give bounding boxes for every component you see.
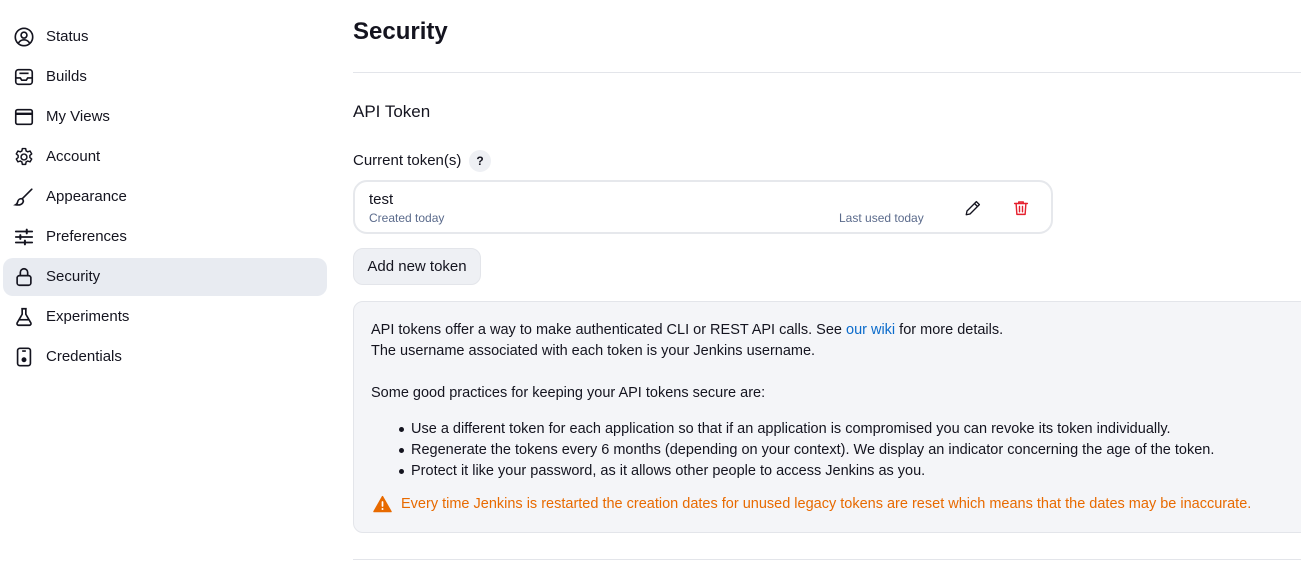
sidebar-item-status[interactable]: Status (3, 18, 327, 56)
sidebar-item-account[interactable]: Account (3, 138, 327, 176)
info-line-1: API tokens offer a way to make authentic… (371, 322, 1003, 338)
info-box: API tokens offer a way to make authentic… (353, 301, 1301, 533)
warning-message: Every time Jenkins is restarted the crea… (373, 495, 1251, 513)
sidebar-item-appearance[interactable]: Appearance (3, 178, 327, 216)
wiki-link[interactable]: our wiki (846, 322, 895, 338)
lock-icon (16, 267, 32, 287)
sidebar-item-experiments[interactable]: Experiments (3, 298, 327, 336)
list-item: Protect it like your password, as it all… (371, 461, 1214, 482)
sidebar-item-label: Experiments (46, 308, 130, 325)
sidebar-item-label: Security (46, 268, 101, 285)
sidebar-item-label: Status (46, 28, 89, 45)
section-title-api-token: API Token (353, 102, 431, 121)
sidebar-item-preferences[interactable]: Preferences (3, 218, 327, 256)
delete-token-button[interactable] (1009, 196, 1033, 220)
sidebar-item-label: My Views (46, 108, 110, 125)
sidebar-item-label: Builds (46, 68, 87, 85)
info-line-2: The username associated with each token … (371, 343, 816, 359)
warning-triangle-icon (373, 495, 392, 513)
user-circle-icon (14, 27, 34, 47)
flask-icon (16, 307, 32, 327)
paintbrush-icon (13, 188, 33, 206)
practices-intro: Some good practices for keeping your API… (371, 385, 766, 401)
page-title: Security (353, 18, 448, 45)
sidebar-item-label: Appearance (46, 188, 127, 205)
token-name: test (369, 191, 394, 208)
pencil-icon (965, 200, 981, 216)
main-content: Security API Token Current token(s) ? te… (353, 0, 1301, 585)
token-last-used: Last used today (839, 211, 924, 225)
warning-text: Every time Jenkins is restarted the crea… (401, 496, 1252, 512)
sidebar-item-builds[interactable]: Builds (3, 58, 327, 96)
list-item: Use a different token for each applicati… (371, 419, 1214, 440)
edit-token-button[interactable] (961, 196, 985, 220)
inbox-tray-icon (14, 68, 34, 86)
trash-icon (1013, 201, 1029, 216)
current-tokens-label: Current token(s) (353, 152, 462, 169)
help-button[interactable]: ? (469, 150, 491, 172)
window-icon (14, 108, 34, 126)
sidebar-item-label: Credentials (46, 348, 122, 365)
sliders-icon (14, 228, 34, 246)
divider (353, 72, 1301, 73)
sidebar-item-credentials[interactable]: Credentials (3, 338, 327, 376)
info-line-1-suffix: for more details. (895, 322, 1004, 338)
sidebar-item-label: Account (46, 148, 101, 165)
info-line-1-prefix: API tokens offer a way to make authentic… (371, 322, 846, 338)
list-item: Regenerate the tokens every 6 months (de… (371, 440, 1214, 461)
sidebar-item-security[interactable]: Security (3, 258, 327, 296)
sidebar: Status Builds My Views Account Appearanc… (0, 0, 330, 585)
sidebar-item-label: Preferences (46, 228, 127, 245)
token-card: test Created today Last used today (353, 180, 1053, 234)
gear-icon (15, 147, 33, 166)
token-created: Created today (369, 211, 445, 225)
add-new-token-button[interactable]: Add new token (353, 248, 481, 285)
id-card-icon (16, 347, 32, 367)
divider (353, 559, 1301, 560)
practices-list: Use a different token for each applicati… (371, 419, 1214, 482)
sidebar-item-my-views[interactable]: My Views (3, 98, 327, 136)
